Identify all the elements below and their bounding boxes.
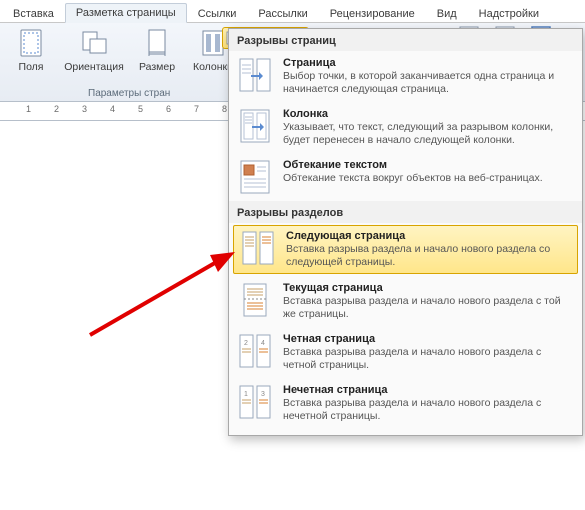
breaks-gallery: Разрывы страниц Страница Выбор точки, в … — [228, 28, 583, 436]
tab-insert[interactable]: Вставка — [2, 4, 65, 23]
gallery-item-column[interactable]: Колонка Указывает, что текст, следующий … — [229, 102, 582, 153]
continuous-section-icon — [237, 282, 273, 318]
margins-icon — [15, 27, 47, 59]
gallery-item-title: Страница — [283, 57, 574, 69]
ruler-mark: 2 — [54, 104, 59, 114]
ruler-mark: 8 — [222, 104, 227, 114]
page-break-icon — [237, 57, 273, 93]
ribbon-orientation-button[interactable]: Ориентация — [62, 27, 126, 73]
text-wrap-break-icon — [237, 159, 273, 195]
size-icon — [141, 27, 173, 59]
gallery-item-page[interactable]: Страница Выбор точки, в которой заканчив… — [229, 51, 582, 102]
tab-view[interactable]: Вид — [426, 4, 468, 23]
gallery-item-even-page[interactable]: 2 4 Четная страница Вставка разрыва разд… — [229, 327, 582, 378]
odd-page-section-icon: 1 3 — [237, 384, 273, 420]
ruler-mark: 6 — [166, 104, 171, 114]
tab-page-layout[interactable]: Разметка страницы — [65, 3, 187, 23]
gallery-item-title: Следующая страница — [286, 230, 571, 242]
gallery-item-title: Обтекание текстом — [283, 159, 543, 171]
ruler-mark: 3 — [82, 104, 87, 114]
gallery-header-page-breaks: Разрывы страниц — [229, 29, 582, 51]
next-page-section-icon — [240, 230, 276, 266]
gallery-item-desc: Вставка разрыва раздела и начало нового … — [283, 397, 574, 423]
gallery-item-desc: Обтекание текста вокруг объектов на веб-… — [283, 172, 543, 185]
gallery-item-next-page[interactable]: Следующая страница Вставка разрыва разде… — [233, 225, 578, 274]
gallery-item-desc: Вставка разрыва раздела и начало нового … — [283, 346, 574, 372]
svg-text:3: 3 — [261, 391, 265, 398]
svg-text:1: 1 — [244, 391, 248, 398]
annotation-arrow — [85, 240, 245, 340]
tab-addins[interactable]: Надстройки — [468, 4, 550, 23]
even-page-section-icon: 2 4 — [237, 333, 273, 369]
svg-text:4: 4 — [261, 340, 265, 347]
ruler-mark: 5 — [138, 104, 143, 114]
gallery-item-title: Колонка — [283, 108, 574, 120]
gallery-item-text-wrapping[interactable]: Обтекание текстом Обтекание текста вокру… — [229, 153, 582, 201]
gallery-item-odd-page[interactable]: 1 3 Нечетная страница Вставка разрыва ра… — [229, 378, 582, 429]
ribbon-group-label: Параметры стран — [88, 88, 170, 99]
ribbon-orientation-label: Ориентация — [64, 61, 124, 73]
ruler-mark: 1 — [26, 104, 31, 114]
gallery-item-title: Текущая страница — [283, 282, 574, 294]
gallery-item-desc: Указывает, что текст, следующий за разры… — [283, 121, 574, 147]
ruler-mark: 4 — [110, 104, 115, 114]
ribbon-size-button[interactable]: Размер — [132, 27, 182, 73]
gallery-item-continuous[interactable]: Текущая страница Вставка разрыва раздела… — [229, 276, 582, 327]
ruler-mark: 7 — [194, 104, 199, 114]
ribbon-tabs: Вставка Разметка страницы Ссылки Рассылк… — [0, 0, 585, 23]
ribbon-size-label: Размер — [139, 61, 175, 73]
orientation-icon — [78, 27, 110, 59]
gallery-item-desc: Выбор точки, в которой заканчивается одн… — [283, 70, 574, 96]
ribbon-margins-label: Поля — [19, 61, 44, 73]
tab-references[interactable]: Ссылки — [187, 4, 248, 23]
tab-review[interactable]: Рецензирование — [319, 4, 426, 23]
gallery-item-title: Четная страница — [283, 333, 574, 345]
gallery-item-desc: Вставка разрыва раздела и начало нового … — [286, 243, 571, 269]
svg-text:2: 2 — [244, 340, 248, 347]
tab-mailings[interactable]: Рассылки — [247, 4, 318, 23]
gallery-item-desc: Вставка разрыва раздела и начало нового … — [283, 295, 574, 321]
gallery-item-title: Нечетная страница — [283, 384, 574, 396]
column-break-icon — [237, 108, 273, 144]
gallery-header-section-breaks: Разрывы разделов — [229, 201, 582, 223]
ribbon-margins-button[interactable]: Поля — [6, 27, 56, 73]
